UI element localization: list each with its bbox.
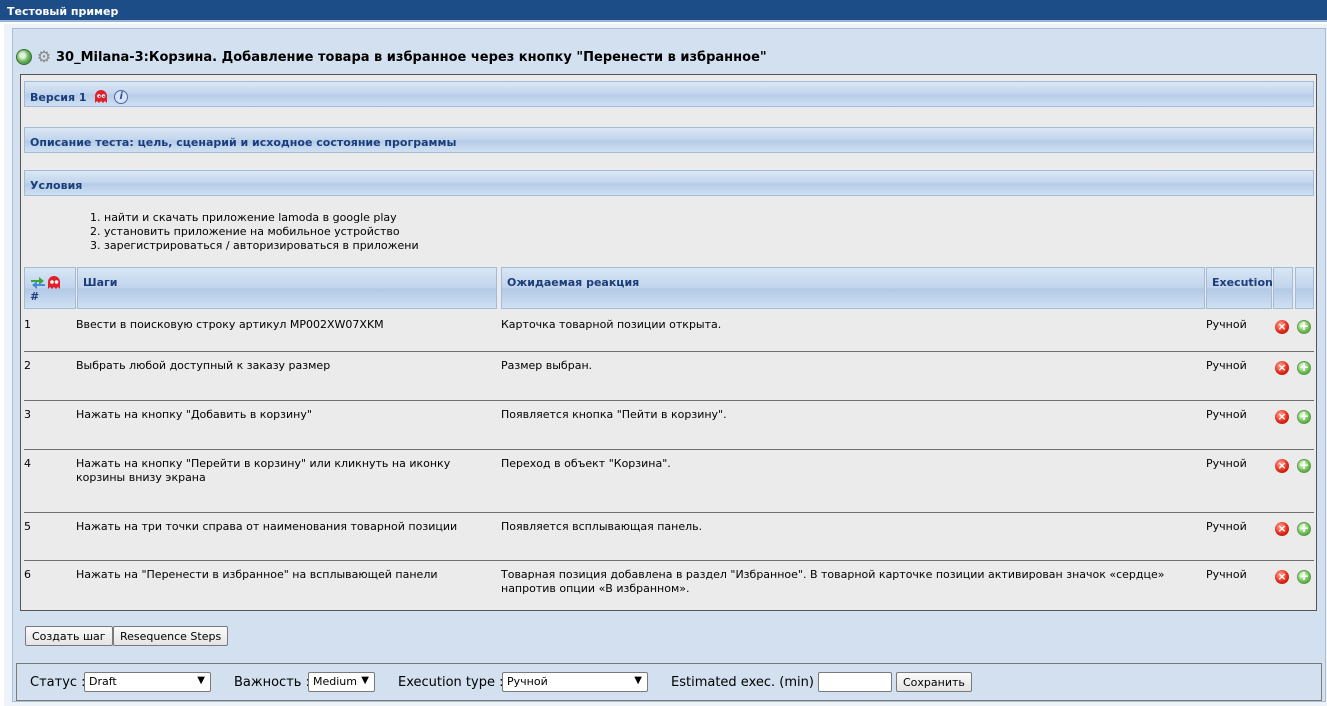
condition-item: найти и скачать приложение lamoda в goog… <box>104 211 419 225</box>
window-title: Тестовый пример <box>7 5 119 18</box>
add-icon[interactable]: + <box>1297 459 1311 473</box>
info-icon[interactable]: i <box>114 90 129 104</box>
add-icon[interactable]: + <box>1297 410 1311 424</box>
execution-type: Ручной <box>1206 568 1247 581</box>
description-label: Описание теста: цель, сценарий и исходно… <box>30 136 457 149</box>
version-bar: Версия 1 i <box>24 81 1314 107</box>
header-expected-label: Ожидаемая реакция <box>507 276 640 289</box>
add-icon[interactable]: + <box>1297 522 1311 536</box>
conditions-list: найти и скачать приложение lamoda в goog… <box>86 211 419 253</box>
add-icon[interactable]: + <box>1297 320 1311 334</box>
expected-text[interactable]: Переход в объект "Корзина". <box>501 457 1206 471</box>
expected-text[interactable]: Размер выбран. <box>501 359 1206 373</box>
estimated-exec-input[interactable] <box>818 672 892 692</box>
step-text[interactable]: Нажать на "Перенести в избранное" на всп… <box>76 568 496 582</box>
description-bar[interactable]: Описание теста: цель, сценарий и исходно… <box>24 127 1314 153</box>
execution-type: Ручной <box>1206 520 1247 533</box>
expected-text[interactable]: Появляется кнопка "Пейти в корзину". <box>501 408 1206 422</box>
header-num-label: # <box>30 290 40 303</box>
status-select[interactable]: Draft ▼ <box>84 672 211 692</box>
execution-type-select[interactable]: Ручной ▼ <box>502 672 648 692</box>
testcase-title: 30_Milana-3:Корзина. Добавление товара в… <box>56 49 767 65</box>
resequence-steps-button[interactable]: Resequence Steps <box>113 626 229 646</box>
execution-type: Ручной <box>1206 318 1247 331</box>
create-step-button[interactable]: Создать шаг <box>25 626 113 646</box>
testcase-header: ⚙ 30_Milana-3:Корзина. Добавление товара… <box>16 47 767 67</box>
table-row: 3 Нажать на кнопку "Добавить в корзину" … <box>24 401 1314 450</box>
header-num: # <box>24 267 76 309</box>
execution-type: Ручной <box>1206 457 1247 470</box>
table-row: 1 Ввести в поисковую строку артикул MP00… <box>24 311 1314 352</box>
delete-icon[interactable]: × <box>1275 522 1289 536</box>
chevron-down-icon: ▼ <box>634 675 642 686</box>
importance-select[interactable]: Medium ▼ <box>308 672 375 692</box>
step-number: 2 <box>24 359 31 372</box>
table-row: 5 Нажать на три точки справа от наименов… <box>24 513 1314 561</box>
table-row: 2 Выбрать любой доступный к заказу разме… <box>24 352 1314 401</box>
execution-type: Ручной <box>1206 359 1247 372</box>
step-text[interactable]: Нажать на кнопку "Добавить в корзину" <box>76 408 496 422</box>
header-expected: Ожидаемая реакция <box>501 267 1205 309</box>
header-delete <box>1273 267 1293 309</box>
header-execution: Execution <box>1206 267 1273 309</box>
delete-icon[interactable]: × <box>1275 570 1289 584</box>
header-add <box>1295 267 1314 309</box>
step-number: 5 <box>24 520 31 533</box>
version-label: Версия 1 <box>30 91 87 104</box>
add-icon[interactable]: + <box>1297 570 1311 584</box>
status-value: Draft <box>89 675 117 688</box>
save-button[interactable]: Сохранить <box>896 672 972 692</box>
conditions-bar[interactable]: Условия <box>24 170 1314 196</box>
step-number: 6 <box>24 568 31 581</box>
add-icon[interactable]: + <box>1297 361 1311 375</box>
step-number: 3 <box>24 408 31 421</box>
execution-type-value: Ручной <box>507 675 548 688</box>
delete-icon[interactable]: × <box>1275 361 1289 375</box>
chevron-down-icon: ▼ <box>361 675 369 686</box>
expected-text[interactable]: Карточка товарной позиции открыта. <box>501 318 1206 332</box>
execute-icon[interactable] <box>16 49 32 65</box>
step-text[interactable]: Выбрать любой доступный к заказу размер <box>76 359 496 373</box>
window-title-bar: Тестовый пример <box>0 0 1327 22</box>
conditions-label: Условия <box>30 179 83 192</box>
step-number: 4 <box>24 457 31 470</box>
delete-icon[interactable]: × <box>1275 459 1289 473</box>
header-steps: Шаги <box>77 267 497 309</box>
testcase-details: Версия 1 i Описание теста: цель, сценари… <box>20 74 1317 611</box>
status-label: Статус : <box>30 675 86 690</box>
expected-text[interactable]: Товарная позиция добавлена в раздел "Изб… <box>501 568 1206 596</box>
delete-icon[interactable]: × <box>1275 410 1289 424</box>
table-row: 6 Нажать на "Перенести в избранное" на в… <box>24 561 1314 607</box>
delete-icon[interactable]: × <box>1275 320 1289 334</box>
execution-type-label: Execution type : <box>398 675 504 690</box>
step-text[interactable]: Нажать на три точки справа от наименован… <box>76 520 496 534</box>
header-steps-label: Шаги <box>83 276 118 289</box>
importance-value: Medium <box>313 675 357 688</box>
testcase-properties-bar: Статус : Draft ▼ Важность : Medium ▼ Exe… <box>16 663 1322 701</box>
step-number: 1 <box>24 318 31 331</box>
condition-item: зарегистрироваться / авторизироваться в … <box>104 239 419 253</box>
workspace: ⚙ 30_Milana-3:Корзина. Добавление товара… <box>0 24 1327 706</box>
execution-type: Ручной <box>1206 408 1247 421</box>
expected-text[interactable]: Появляется всплывающая панель. <box>501 520 1206 534</box>
gear-icon[interactable]: ⚙ <box>36 49 52 65</box>
testcase-panel: ⚙ 30_Milana-3:Корзина. Добавление товара… <box>12 28 1326 702</box>
header-execution-label: Execution <box>1212 276 1273 289</box>
importance-label: Важность : <box>234 675 310 690</box>
ghost-icon[interactable] <box>94 90 108 104</box>
step-text[interactable]: Ввести в поисковую строку артикул MP002X… <box>76 318 496 332</box>
condition-item: установить приложение на мобильное устро… <box>104 225 419 239</box>
ghost-icon[interactable] <box>47 276 61 290</box>
estimated-exec-label: Estimated exec. (min) : <box>671 675 823 690</box>
reorder-icon[interactable] <box>30 276 46 290</box>
step-text[interactable]: Нажать на кнопку "Перейти в корзину" или… <box>76 457 496 485</box>
table-row: 4 Нажать на кнопку "Перейти в корзину" и… <box>24 450 1314 513</box>
chevron-down-icon: ▼ <box>197 675 205 686</box>
